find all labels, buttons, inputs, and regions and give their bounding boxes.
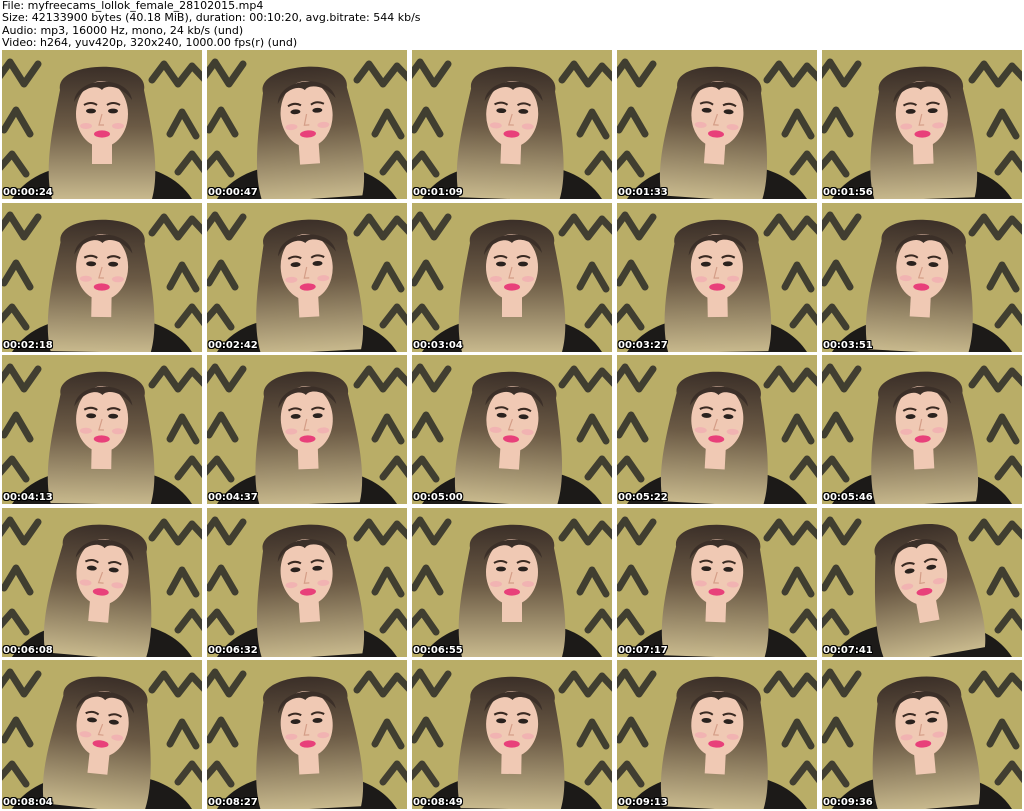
thumbnail-frame-image <box>2 507 202 657</box>
video-thumbnail: 00:07:17 <box>617 507 817 657</box>
thumbnail-timestamp: 00:06:55 <box>413 644 463 656</box>
thumbnail-frame-image <box>412 355 612 504</box>
thumbnail-frame-image <box>207 355 407 504</box>
video-thumbnail: 00:01:33 <box>617 50 817 199</box>
thumbnail-timestamp: 00:02:18 <box>3 339 53 351</box>
thumbnail-frame-image <box>2 50 202 199</box>
video-thumbnail: 00:01:56 <box>822 50 1022 199</box>
video-thumbnail: 00:08:27 <box>207 660 407 809</box>
thumbnail-frame-image <box>617 202 817 352</box>
thumbnail-frame-image <box>207 507 407 657</box>
thumbnail-frame-image <box>822 507 1022 657</box>
video-thumbnail: 00:08:49 <box>412 660 612 809</box>
file-size-line: Size: 42133900 bytes (40.18 MiB), durati… <box>2 11 421 25</box>
thumbnail-timestamp: 00:06:08 <box>3 644 53 656</box>
thumbnail-timestamp: 00:06:32 <box>208 644 258 656</box>
video-thumbnail: 00:05:46 <box>822 355 1022 504</box>
thumbnail-timestamp: 00:03:51 <box>823 339 873 351</box>
thumbnail-timestamp: 00:00:47 <box>208 187 258 198</box>
thumbnail-timestamp: 00:08:49 <box>413 797 463 808</box>
video-info-line: Video: h264, yuv420p, 320x240, 1000.00 f… <box>2 35 298 49</box>
thumbnail-frame-image <box>412 202 612 352</box>
file-info-header: File: myfreecams_lollok_female_28102015.… <box>2 0 1022 50</box>
thumbnail-frame-image <box>412 660 612 809</box>
video-thumbnail: 00:06:08 <box>2 507 202 657</box>
thumbnail-timestamp: 00:05:46 <box>823 492 873 503</box>
video-thumbnail: 00:01:09 <box>412 50 612 199</box>
thumbnail-timestamp: 00:05:22 <box>618 492 668 503</box>
thumbnail-timestamp: 00:05:00 <box>413 492 463 503</box>
video-thumbnail: 00:09:36 <box>822 660 1022 809</box>
video-thumbnail: 00:05:00 <box>412 355 612 504</box>
thumbnail-frame-image <box>822 202 1022 352</box>
thumbnail-frame-image <box>207 660 407 809</box>
video-thumbnail: 00:04:37 <box>207 355 407 504</box>
thumbnail-frame-image <box>617 660 817 809</box>
thumbnail-timestamp: 00:07:17 <box>618 644 668 656</box>
thumbnail-timestamp: 00:08:04 <box>3 797 53 808</box>
thumbnail-timestamp: 00:04:13 <box>3 492 53 503</box>
thumbnail-timestamp: 00:01:56 <box>823 187 873 198</box>
thumbnail-timestamp: 00:09:13 <box>618 797 668 808</box>
video-thumbnail: 00:02:18 <box>2 202 202 352</box>
thumbnail-timestamp: 00:01:33 <box>618 187 668 198</box>
video-thumbnail: 00:06:32 <box>207 507 407 657</box>
video-thumbnail: 00:08:04 <box>2 660 202 809</box>
thumbnail-timestamp: 00:09:36 <box>823 797 873 808</box>
thumbnail-frame-image <box>617 507 817 657</box>
video-thumbnail: 00:06:55 <box>412 507 612 657</box>
thumbnail-frame-image <box>617 50 817 199</box>
video-thumbnail: 00:04:13 <box>2 355 202 504</box>
video-thumbnail: 00:03:51 <box>822 202 1022 352</box>
thumbnail-timestamp: 00:03:04 <box>413 339 463 351</box>
thumbnail-timestamp: 00:07:41 <box>823 644 873 656</box>
thumbnail-timestamp: 00:03:27 <box>618 339 668 351</box>
thumbnail-frame-image <box>207 202 407 352</box>
thumbnail-frame-image <box>617 355 817 504</box>
thumbnail-frame-image <box>412 50 612 199</box>
video-thumbnail: 00:00:24 <box>2 50 202 199</box>
thumbnail-frame-image <box>822 50 1022 199</box>
video-thumbnail: 00:03:04 <box>412 202 612 352</box>
video-thumbnail: 00:02:42 <box>207 202 407 352</box>
thumbnail-frame-image <box>2 355 202 504</box>
video-thumbnail: 00:05:22 <box>617 355 817 504</box>
thumbnail-frame-image <box>412 507 612 657</box>
thumbnail-frame-image <box>207 50 407 199</box>
thumbnail-timestamp: 00:00:24 <box>3 187 53 198</box>
video-thumbnail: 00:07:41 <box>822 507 1022 657</box>
thumbnail-frame-image <box>822 355 1022 504</box>
thumbnail-timestamp: 00:02:42 <box>208 339 258 351</box>
thumbnail-frame-image <box>2 660 202 809</box>
video-thumbnail: 00:03:27 <box>617 202 817 352</box>
thumbnail-timestamp: 00:01:09 <box>413 187 463 198</box>
thumbnail-timestamp: 00:04:37 <box>208 492 258 503</box>
thumbnail-timestamp: 00:08:27 <box>208 797 258 808</box>
thumbnail-grid: 00:00:24 00:00:47 00:01:09 00:01:33 00:01:56… <box>2 50 1022 809</box>
thumbnail-frame-image <box>822 660 1022 809</box>
video-thumbnail: 00:00:47 <box>207 50 407 199</box>
video-thumbnail: 00:09:13 <box>617 660 817 809</box>
thumbnail-frame-image <box>2 202 202 352</box>
